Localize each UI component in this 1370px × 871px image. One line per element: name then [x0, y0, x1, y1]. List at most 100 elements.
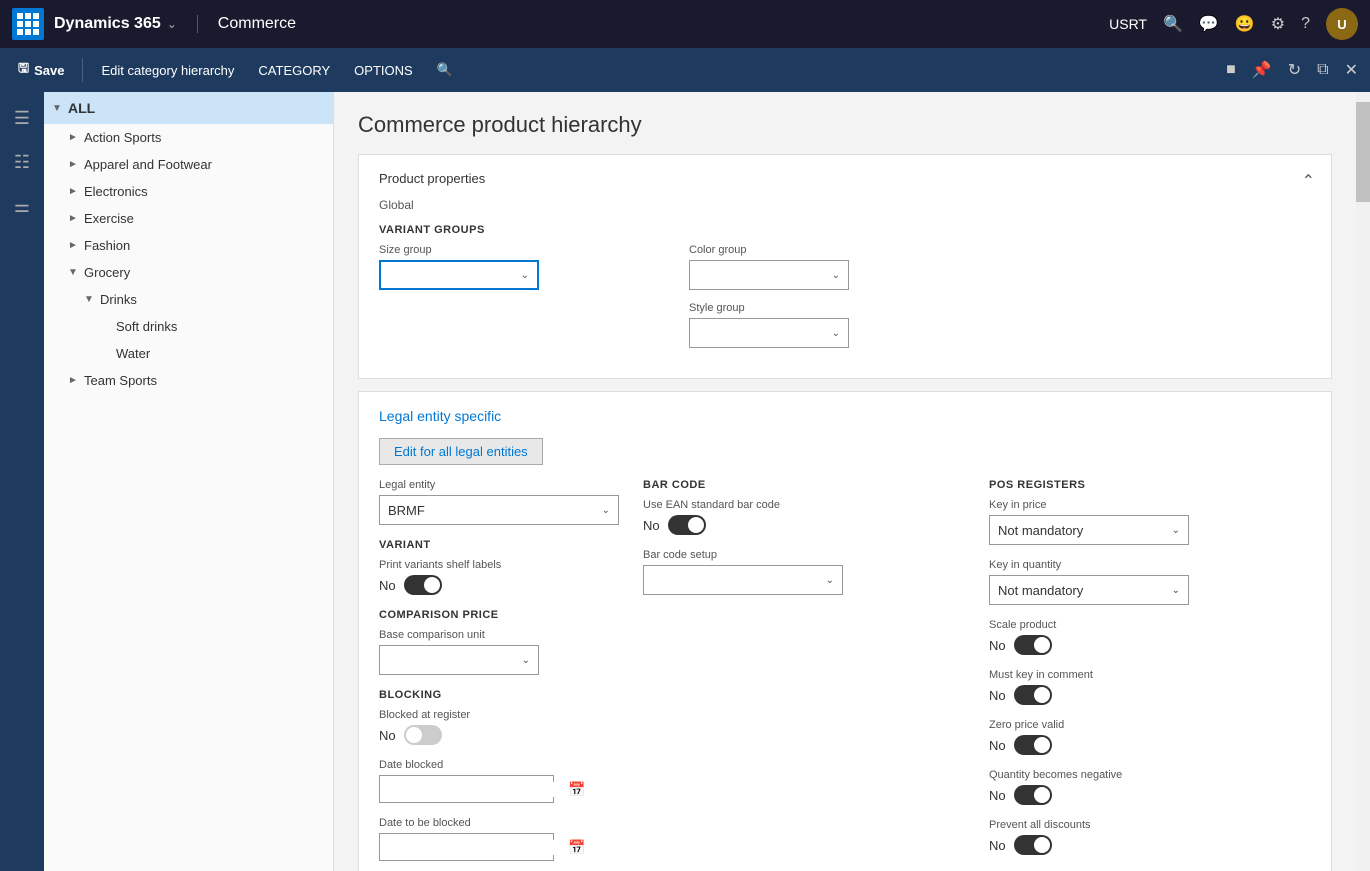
settings-icon[interactable]: ⚙	[1271, 14, 1285, 34]
options-button[interactable]: OPTIONS	[344, 59, 423, 82]
open-new-icon[interactable]: ⧉	[1313, 57, 1332, 83]
expand-icon[interactable]: ⌃	[1302, 171, 1315, 191]
key-in-price-arrow: ⌄	[1172, 525, 1180, 536]
pin-icon[interactable]: 📌	[1248, 56, 1276, 84]
edit-category-button[interactable]: Edit category hierarchy	[91, 59, 244, 82]
product-properties-header: Product properties	[379, 171, 1311, 186]
quantity-becomes-negative-toggle[interactable]	[1014, 785, 1052, 805]
tree-item-apparel[interactable]: ► Apparel and Footwear	[44, 151, 333, 178]
tree-label-all: ALL	[68, 100, 95, 116]
color-group-dropdown[interactable]: ⌄	[689, 260, 849, 290]
zero-price-valid-toggle[interactable]	[1014, 735, 1052, 755]
barcode-section-label: BAR CODE	[643, 479, 965, 491]
tree-label-electronics: Electronics	[84, 184, 148, 199]
variant-groups-label: VARIANT GROUPS	[379, 224, 1311, 236]
blocked-at-register-label: Blocked at register	[379, 709, 619, 721]
tree-item-all[interactable]: ▼ ALL	[44, 92, 333, 124]
bar-code-setup-dropdown[interactable]: ⌄	[643, 565, 843, 595]
date-to-be-blocked-calendar-icon[interactable]: 📅	[568, 839, 585, 856]
avatar[interactable]: U	[1326, 8, 1358, 40]
blocked-at-register-value: No	[379, 728, 396, 743]
tree-label-drinks: Drinks	[100, 292, 137, 307]
quantity-becomes-negative-value: No	[989, 788, 1006, 803]
search-icon[interactable]: 🔍	[1163, 14, 1183, 34]
category-button[interactable]: CATEGORY	[248, 59, 340, 82]
user-label: USRT	[1109, 16, 1147, 32]
tree-item-team-sports[interactable]: ► Team Sports	[44, 367, 333, 394]
key-in-quantity-dropdown[interactable]: Not mandatory ⌄	[989, 575, 1189, 605]
hamburger-menu-icon[interactable]: ☰	[4, 100, 40, 136]
tree-chevron-exercise: ►	[68, 213, 78, 224]
scrollbar-track[interactable]	[1356, 92, 1370, 871]
scale-product-label: Scale product	[989, 619, 1311, 631]
base-comparison-unit-arrow: ⌄	[522, 655, 530, 666]
size-group-label: Size group	[379, 244, 669, 256]
date-blocked-input-wrap[interactable]: 📅	[379, 775, 554, 803]
list-icon[interactable]: ⚌	[4, 188, 40, 224]
bar-code-setup-arrow: ⌄	[826, 575, 834, 586]
bar-code-setup-label: Bar code setup	[643, 549, 965, 561]
tree-item-electronics[interactable]: ► Electronics	[44, 178, 333, 205]
must-key-in-comment-toggle[interactable]	[1014, 685, 1052, 705]
edit-all-legal-entities-button[interactable]: Edit for all legal entities	[379, 438, 543, 465]
print-variants-toggle[interactable]	[404, 575, 442, 595]
legal-entity-dropdown[interactable]: BRMF ⌄	[379, 495, 619, 525]
tree-chevron-all: ▼	[52, 103, 62, 114]
chat-icon[interactable]: 💬	[1199, 14, 1219, 34]
legal-entity-arrow: ⌄	[602, 505, 610, 516]
tree-navigation: ▼ ALL ► Action Sports ► Apparel and Foot…	[44, 92, 334, 871]
key-in-quantity-value: Not mandatory	[998, 583, 1083, 598]
waffle-menu[interactable]	[12, 8, 44, 40]
tree-label-exercise: Exercise	[84, 211, 134, 226]
app-title-chevron[interactable]: ⌄	[167, 17, 177, 31]
use-ean-label: Use EAN standard bar code	[643, 499, 965, 511]
tree-item-soft-drinks[interactable]: Soft drinks	[44, 313, 333, 340]
color-group-arrow: ⌄	[832, 270, 840, 281]
date-to-be-blocked-input[interactable]	[384, 840, 568, 855]
color-group-label: Color group	[689, 244, 979, 256]
smiley-icon[interactable]: 😀	[1235, 14, 1255, 34]
tree-item-grocery[interactable]: ▼ Grocery	[44, 259, 333, 286]
size-group-arrow: ⌄	[521, 270, 529, 281]
key-in-quantity-label: Key in quantity	[989, 559, 1311, 571]
tree-label-water: Water	[116, 346, 150, 361]
base-comparison-unit-dropdown[interactable]: ⌄	[379, 645, 539, 675]
key-in-price-dropdown[interactable]: Not mandatory ⌄	[989, 515, 1189, 545]
tree-item-action-sports[interactable]: ► Action Sports	[44, 124, 333, 151]
style-group-arrow: ⌄	[832, 328, 840, 339]
must-key-in-comment-value: No	[989, 688, 1006, 703]
date-to-be-blocked-input-wrap[interactable]: 📅	[379, 833, 554, 861]
style-group-label: Style group	[689, 302, 979, 314]
close-icon[interactable]: ✕	[1341, 56, 1362, 84]
pos-registers-label: POS REGISTERS	[989, 479, 1311, 491]
tree-item-fashion[interactable]: ► Fashion	[44, 232, 333, 259]
tree-label-action-sports: Action Sports	[84, 130, 161, 145]
variant-section-label: VARIANT	[379, 539, 619, 551]
date-blocked-calendar-icon[interactable]: 📅	[568, 781, 585, 798]
size-group-dropdown[interactable]: ⌄	[379, 260, 539, 290]
tree-item-water[interactable]: Water	[44, 340, 333, 367]
prevent-all-discounts-toggle[interactable]	[1014, 835, 1052, 855]
refresh-icon[interactable]: ↻	[1284, 56, 1305, 84]
tree-item-exercise[interactable]: ► Exercise	[44, 205, 333, 232]
filter-icon[interactable]: ☷	[4, 144, 40, 180]
help-icon[interactable]: ?	[1301, 15, 1310, 33]
tree-label-fashion: Fashion	[84, 238, 130, 253]
date-blocked-input[interactable]	[384, 782, 568, 797]
zero-price-valid-label: Zero price valid	[989, 719, 1311, 731]
tree-chevron-action-sports: ►	[68, 132, 78, 143]
use-ean-toggle[interactable]	[668, 515, 706, 535]
scale-product-toggle[interactable]	[1014, 635, 1052, 655]
office-icon[interactable]: ■	[1222, 57, 1240, 83]
app-title: Dynamics 365	[54, 15, 161, 33]
tree-label-soft-drinks: Soft drinks	[116, 319, 177, 334]
legal-entity-section: Legal entity specific Edit for all legal…	[358, 391, 1332, 871]
cmd-search-icon: 🔍	[437, 62, 453, 78]
style-group-dropdown[interactable]: ⌄	[689, 318, 849, 348]
search-cmd-button[interactable]: 🔍	[427, 58, 463, 82]
save-button[interactable]: 🖫 Save	[8, 55, 74, 85]
tree-item-drinks[interactable]: ▼ Drinks	[44, 286, 333, 313]
quantity-becomes-negative-label: Quantity becomes negative	[989, 769, 1311, 781]
scrollbar-thumb[interactable]	[1356, 102, 1370, 202]
blocked-at-register-toggle[interactable]	[404, 725, 442, 745]
